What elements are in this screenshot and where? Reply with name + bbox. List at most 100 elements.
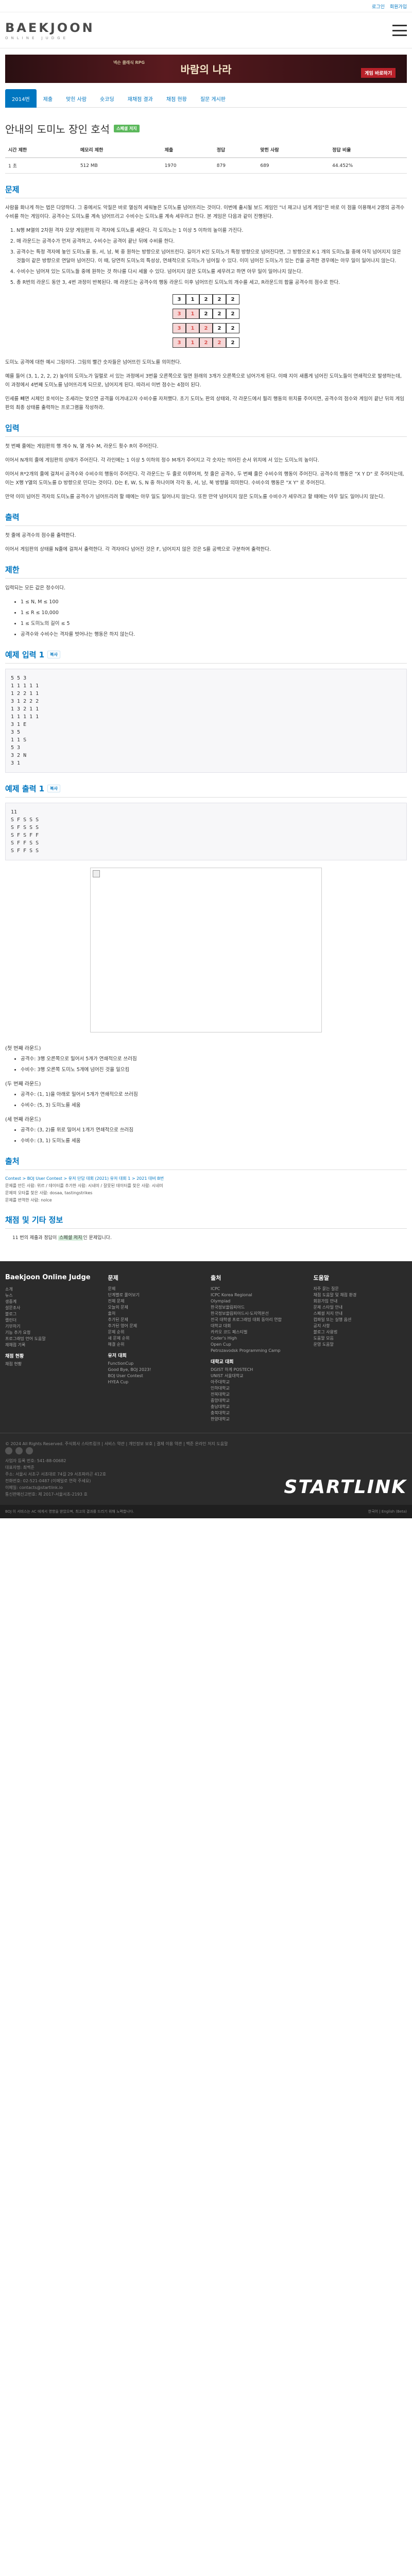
footer-link[interactable]: 공지 사항 bbox=[314, 1323, 407, 1329]
source-contest-link[interactable]: Contest > BOJ User Contest > 유저 단답 대회 (2… bbox=[5, 1175, 407, 1182]
signup-link[interactable]: 회원가입 bbox=[390, 3, 407, 10]
footer-col-problems: 문제 문제 단계별로 풀어보기 전체 문제 오늘의 문제 출처 추가된 문제 추… bbox=[108, 1274, 202, 1422]
footer-link[interactable]: ICPC bbox=[211, 1286, 304, 1292]
footer-link[interactable]: DGIST 하계 POSTECH bbox=[211, 1367, 304, 1373]
footer-link[interactable]: Petrozavodsk Programming Camp bbox=[211, 1348, 304, 1354]
copy-sample-input-button[interactable]: 복사 bbox=[47, 651, 60, 658]
footer-link[interactable]: 중앙대학교 bbox=[211, 1398, 304, 1404]
list-item: 수비수: 3행 오른쪽 도미노 5개에 넘어진 것을 일으킴 bbox=[21, 1065, 407, 1074]
footer-link[interactable]: 문제 스타일 안내 bbox=[314, 1304, 407, 1311]
footer-col-sources: 출처 ICPC ICPC Korea Regional Olympiad 한국정… bbox=[211, 1274, 304, 1422]
footer-link[interactable]: 전체 문제 bbox=[108, 1298, 202, 1304]
footer-link[interactable]: 한양대학교 bbox=[211, 1416, 304, 1422]
footer-link[interactable]: 기부하기 bbox=[5, 1324, 99, 1330]
info-submissions: 1970 bbox=[161, 158, 214, 174]
footer-link[interactable]: 충북대학교 bbox=[211, 1410, 304, 1416]
footer-link[interactable]: 문제 bbox=[108, 1286, 202, 1292]
footer-link[interactable]: 추가된 문제 bbox=[108, 1317, 202, 1323]
tab-rejudge[interactable]: 재채점 결과 bbox=[121, 89, 160, 108]
footer-link[interactable]: 해결 순위 bbox=[108, 1342, 202, 1348]
footer-link[interactable]: 오늘의 문제 bbox=[108, 1304, 202, 1311]
top-bar: 로그인 회원가입 bbox=[0, 0, 412, 12]
input-paragraph: 첫 번째 줄에는 게임판의 행 개수 N, 열 개수 M, 라운드 횟수 R이 … bbox=[5, 444, 159, 449]
footer-link[interactable]: UNIST 서울대학교 bbox=[211, 1373, 304, 1379]
tab-problem[interactable]: 2014번 bbox=[5, 89, 37, 108]
footer-link[interactable]: 전북대학교 bbox=[211, 1392, 304, 1398]
section-problem-heading: 문제 bbox=[5, 184, 407, 198]
footer-link[interactable]: 컴파일 또는 실행 옵션 bbox=[314, 1317, 407, 1323]
footer-link[interactable]: 채점 도움말 및 채점 환경 bbox=[314, 1292, 407, 1298]
footer-link[interactable]: 출처 bbox=[108, 1311, 202, 1317]
footer-link[interactable]: 한국정보올림피아드시·도지역본선 bbox=[211, 1311, 304, 1317]
footer-link[interactable]: 캘린더 bbox=[5, 1317, 99, 1324]
tab-submit[interactable]: 제출 bbox=[37, 89, 59, 108]
footer-link[interactable]: 회원가입 안내 bbox=[314, 1298, 407, 1304]
footer-link[interactable]: 카카오 코드 페스티벌 bbox=[211, 1329, 304, 1335]
footer-link[interactable]: 블로그 bbox=[5, 1311, 99, 1317]
footer-link[interactable]: Open Cup bbox=[211, 1342, 304, 1348]
footer-link[interactable]: 재채점 기록 bbox=[5, 1342, 99, 1348]
footer-link[interactable]: FunctionCup bbox=[108, 1361, 202, 1367]
footer-link[interactable]: 충남대학교 bbox=[211, 1404, 304, 1410]
footer-link[interactable]: 소개 bbox=[5, 1286, 99, 1293]
footer-link[interactable]: 기능 추가 요청 bbox=[5, 1330, 99, 1336]
problem-info-table: 시간 제한 메모리 제한 제출 정답 맞힌 사람 정답 비율 1 초 512 M… bbox=[5, 142, 407, 174]
info-header: 메모리 제한 bbox=[77, 142, 162, 158]
footer-heading: 도움말 bbox=[313, 1275, 329, 1281]
logo-sub-text: ONLINE JUDGE bbox=[5, 36, 69, 40]
list-item: 수비수는 넘어져 있는 도미노들 중에 원하는 것 하나를 다시 세울 수 있다… bbox=[16, 267, 407, 276]
ad-cta-button[interactable]: 게임 바로하기 bbox=[361, 68, 396, 78]
footer-link[interactable]: 뉴스 bbox=[5, 1293, 99, 1299]
footer-heading: 출처 bbox=[211, 1275, 221, 1281]
section-limits-heading: 제한 bbox=[5, 564, 407, 579]
footer-link[interactable]: Olympiad bbox=[211, 1298, 304, 1304]
social-links bbox=[5, 1447, 228, 1454]
footer-link[interactable]: 문제 순위 bbox=[108, 1329, 202, 1335]
menu-icon[interactable] bbox=[392, 25, 407, 36]
footer-link[interactable]: 한국정보올림피아드 bbox=[211, 1304, 304, 1311]
figure-row: 31222 bbox=[173, 337, 239, 348]
tab-short-coding[interactable]: 숏코딩 bbox=[93, 89, 121, 108]
language-switch[interactable]: 한국어 | English (Beta) bbox=[368, 1509, 407, 1514]
footer-link[interactable]: Coder's High bbox=[211, 1335, 304, 1342]
copy-sample-output-button[interactable]: 복사 bbox=[47, 785, 60, 792]
footer-bottom-note: BOJ 이 서비스는 AC 에게서 영향을 받았으며, 최고의 결과를 드리기 … bbox=[5, 1510, 134, 1514]
footer-link[interactable]: ICPC Korea Regional bbox=[211, 1292, 304, 1298]
tab-solved-users[interactable]: 맞힌 사람 bbox=[59, 89, 93, 108]
footer-link[interactable]: 아주대학교 bbox=[211, 1379, 304, 1385]
footer-link[interactable]: 도움말 모음 bbox=[314, 1335, 407, 1342]
list-item: 수비수: (3, 1) 도미노를 세움 bbox=[21, 1137, 407, 1145]
footer-link[interactable]: HYEA Cup bbox=[108, 1379, 202, 1385]
footer-link[interactable]: Good Bye, BOJ 2023! bbox=[108, 1367, 202, 1373]
section-grading-heading: 채점 및 기타 정보 bbox=[5, 1214, 407, 1229]
tab-qna[interactable]: 질문 게시판 bbox=[194, 89, 232, 108]
footer-link[interactable]: 운영 도움말 bbox=[314, 1342, 407, 1348]
github-icon[interactable] bbox=[26, 1447, 33, 1454]
login-link[interactable]: 로그인 bbox=[372, 3, 385, 10]
list-item: 매 라운드는 공격수가 먼저 공격하고, 수비수는 공격이 끝난 뒤에 수비를 … bbox=[16, 237, 407, 246]
footer-link[interactable]: 블로그 사용법 bbox=[314, 1329, 407, 1335]
list-item: 1 ≤ N, M ≤ 100 bbox=[21, 598, 407, 606]
footer-link[interactable]: 추가된 영어 문제 bbox=[108, 1323, 202, 1329]
tab-status[interactable]: 채점 현황 bbox=[160, 89, 194, 108]
twitter-icon[interactable] bbox=[15, 1447, 23, 1454]
footer-link[interactable]: 인하대학교 bbox=[211, 1385, 304, 1392]
footer-link[interactable]: 대학교 대회 bbox=[211, 1323, 304, 1329]
footer-link[interactable]: 새 문제 순위 bbox=[108, 1335, 202, 1342]
footer-link[interactable]: 프로그래밍 언어 도움말 bbox=[5, 1336, 99, 1342]
footer-link[interactable]: 설문조사 bbox=[5, 1305, 99, 1311]
grading-info: 11 번의 제출과 정답이 스페셜 저지 인 문제입니다. bbox=[12, 1235, 112, 1241]
sample-output-block: 11 S F S S S S F S S S S F S F F S F F S… bbox=[5, 803, 407, 860]
ad-banner[interactable]: 넥슨 클래식 RPG 바람의 나라 게임 바로하기 bbox=[5, 55, 407, 83]
input-paragraph: 이어서 R*2개의 줄에 걸쳐서 공격수와 수비수의 행동이 주어진다. 각 라… bbox=[5, 471, 404, 486]
footer-link[interactable]: 단계별로 풀어보기 bbox=[108, 1292, 202, 1298]
footer-link[interactable]: 전국 대학생 프로그래밍 대회 동아리 연합 bbox=[211, 1317, 304, 1323]
startlink-logo[interactable]: STARTLINK bbox=[284, 1477, 407, 1498]
site-logo[interactable]: BAEKJOON ONLINE JUDGE bbox=[5, 21, 95, 40]
footer-link[interactable]: 자주 묻는 질문 bbox=[314, 1286, 407, 1292]
footer-link[interactable]: BOJ User Contest bbox=[108, 1373, 202, 1379]
facebook-icon[interactable] bbox=[5, 1447, 12, 1454]
footer-link[interactable]: 생중계 bbox=[5, 1299, 99, 1305]
footer-link[interactable]: 스페셜 저지 안내 bbox=[314, 1311, 407, 1317]
footer-link[interactable]: 채점 현황 bbox=[5, 1361, 99, 1367]
